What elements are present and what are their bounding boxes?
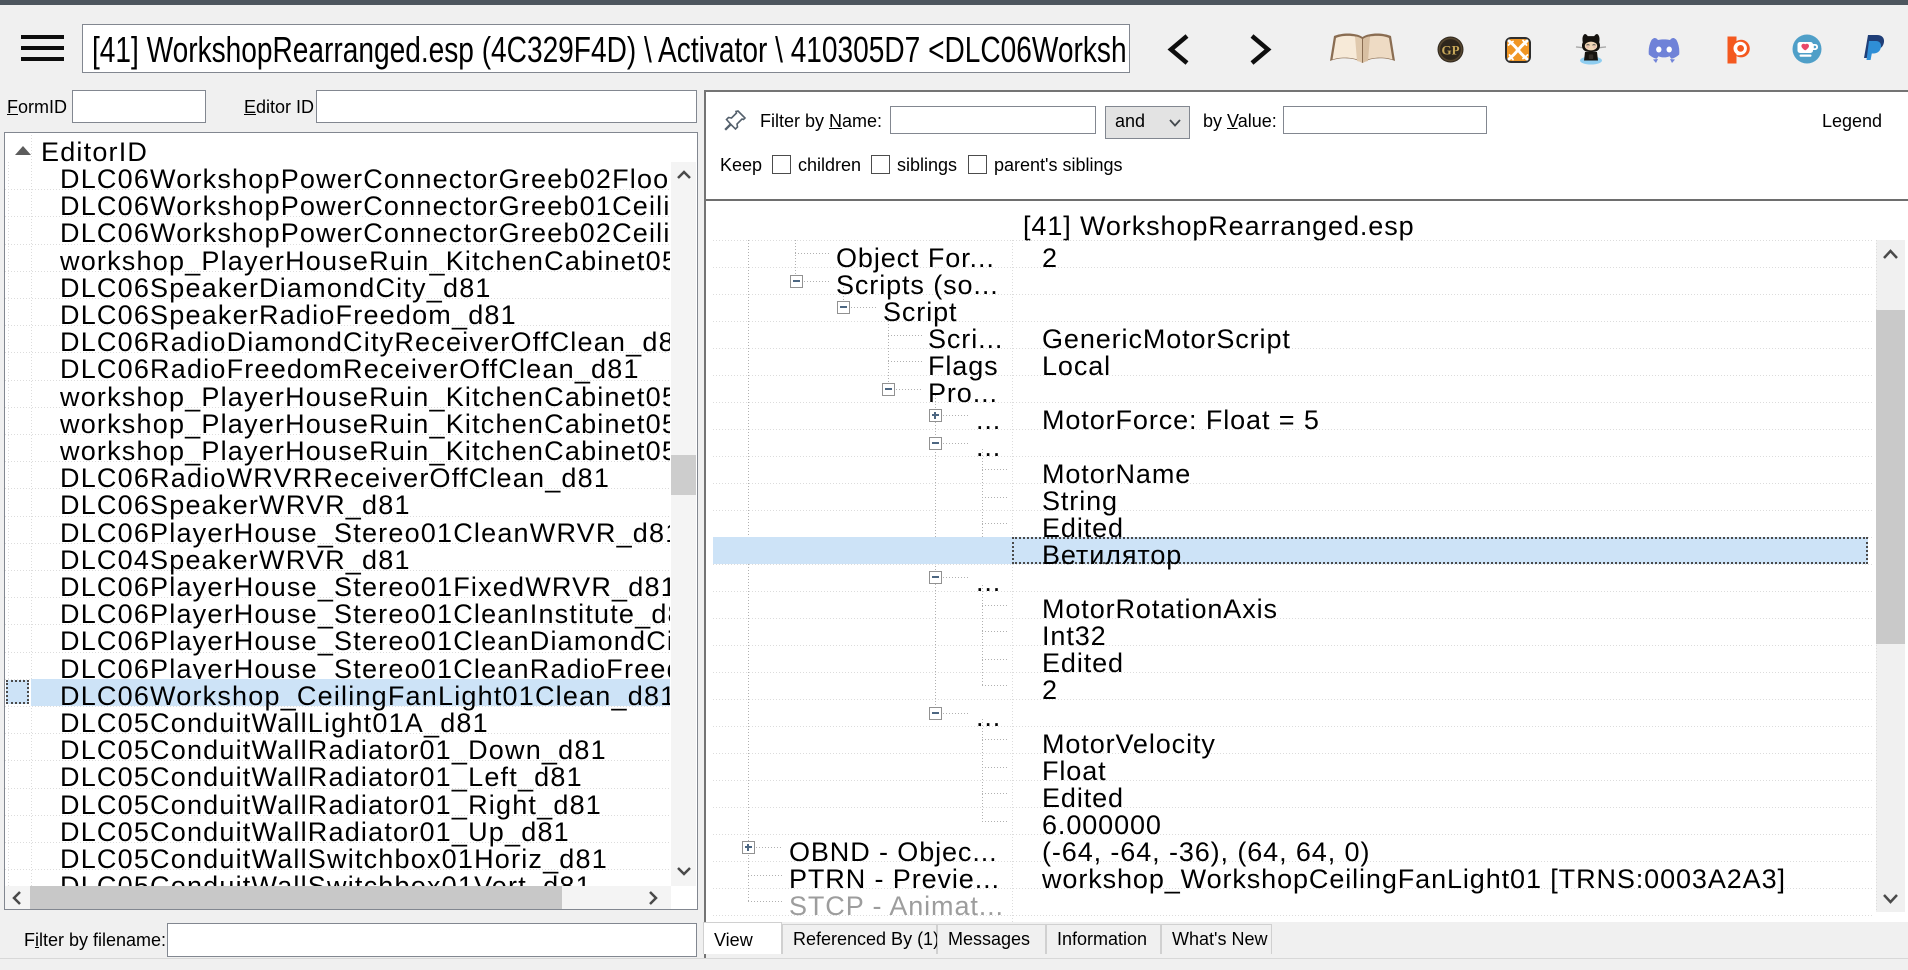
svg-text:GP: GP	[1441, 42, 1459, 57]
